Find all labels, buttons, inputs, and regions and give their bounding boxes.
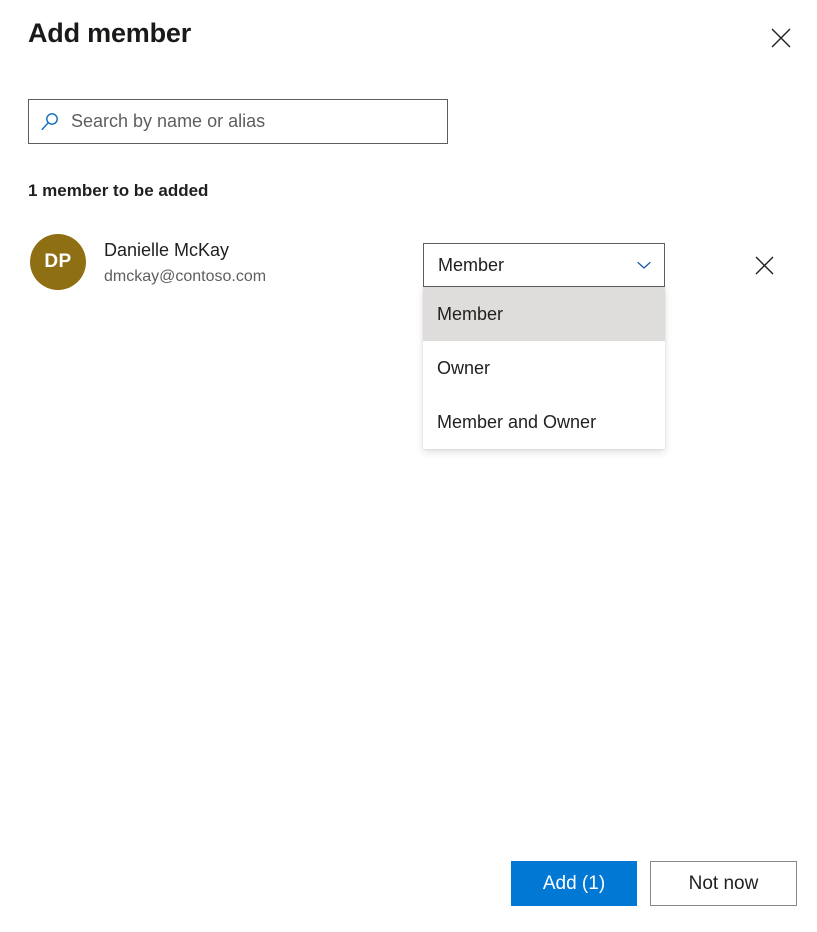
add-member-panel: Add member 1 member to be added DP Danie… [0,0,817,932]
remove-member-button[interactable] [744,245,784,285]
add-button[interactable]: Add (1) [511,861,637,906]
chevron-down-icon[interactable] [624,244,664,286]
search-input[interactable] [71,100,447,143]
member-email: dmckay@contoso.com [104,265,266,289]
panel-header: Add member [0,0,817,78]
member-count-label: 1 member to be added [28,181,208,201]
member-name: Danielle McKay [104,238,266,263]
list-item: DP Danielle McKay dmckay@contoso.com [0,231,817,299]
panel-footer: Add (1) Not now [0,850,817,932]
role-combobox-field[interactable]: Member [423,243,665,287]
role-option-member-and-owner[interactable]: Member and Owner [423,395,665,449]
search-box[interactable] [28,99,448,144]
search-icon [29,100,71,143]
role-option-owner[interactable]: Owner [423,341,665,395]
role-options-list: Member Owner Member and Owner [423,287,665,449]
role-selected-value: Member [424,255,624,276]
role-combobox: Member Member Owner Member and Owner [423,243,665,287]
not-now-button[interactable]: Not now [650,861,797,906]
close-icon [754,255,775,276]
member-identity: Danielle McKay dmckay@contoso.com [104,238,266,289]
close-icon [770,27,792,49]
avatar: DP [30,234,86,290]
page-title: Add member [28,18,191,49]
role-option-member[interactable]: Member [423,287,665,341]
close-panel-button[interactable] [761,18,801,58]
